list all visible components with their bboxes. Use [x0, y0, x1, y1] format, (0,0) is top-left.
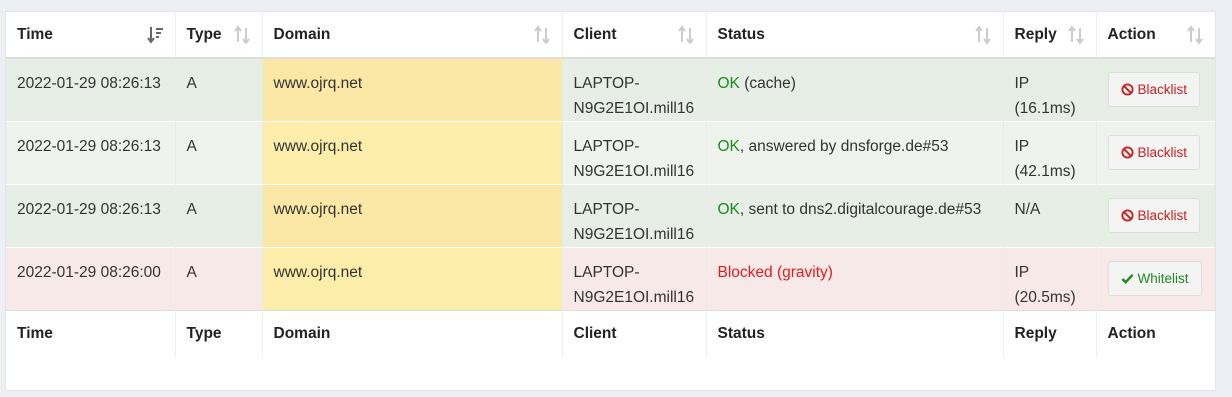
- status-ok: OK: [717, 138, 740, 155]
- cell-status: Blocked (gravity): [706, 247, 1004, 311]
- col-header-client[interactable]: Client: [562, 12, 707, 59]
- cell-domain: www.ojrq.net: [262, 247, 563, 311]
- blacklist-button[interactable]: Blacklist: [1107, 198, 1201, 233]
- whitelist-button[interactable]: Whitelist: [1107, 261, 1202, 296]
- status-blocked: Blocked (gravity): [717, 264, 833, 281]
- footer-row: Time Type Domain Client Status Reply Act…: [6, 310, 1215, 357]
- cell-domain: www.ojrq.net: [262, 184, 563, 248]
- cell-time: 2022-01-29 08:26:13: [6, 57, 176, 122]
- sort-icon[interactable]: [1187, 24, 1203, 45]
- cell-type: A: [175, 184, 263, 248]
- blacklist-button[interactable]: Blacklist: [1107, 135, 1201, 170]
- cell-client: LAPTOP- N9G2E1OI.mill16: [562, 121, 707, 185]
- col-footer-type: Type: [175, 310, 263, 357]
- sort-icon[interactable]: [677, 24, 694, 45]
- table-row: 2022-01-29 08:26:13 A www.ojrq.net LAPTO…: [6, 184, 1215, 248]
- table-row: 2022-01-29 08:26:13 A www.ojrq.net LAPTO…: [6, 57, 1215, 122]
- col-header-time[interactable]: Time: [6, 12, 176, 59]
- status-ok: OK: [717, 75, 740, 92]
- sort-icon[interactable]: [233, 24, 250, 45]
- col-header-reply[interactable]: Reply: [1003, 12, 1097, 59]
- col-footer-status: Status: [706, 310, 1004, 357]
- cell-status: OK (cache): [706, 57, 1004, 122]
- table-row: 2022-01-29 08:26:00 A www.ojrq.net LAPTO…: [6, 247, 1215, 311]
- cell-reply: IP (42.1ms): [1003, 121, 1097, 185]
- col-header-status[interactable]: Status: [706, 12, 1004, 59]
- sort-desc-icon[interactable]: [146, 25, 163, 45]
- table-row: 2022-01-29 08:26:13 A www.ojrq.net LAPTO…: [6, 121, 1215, 185]
- ban-icon: [1120, 209, 1134, 222]
- query-log-table: Time Type Domain Client Status Reply Act…: [6, 12, 1215, 357]
- cell-client: LAPTOP- N9G2E1OI.mill16: [562, 184, 707, 248]
- sort-icon[interactable]: [533, 24, 550, 45]
- status-ok: OK: [717, 201, 740, 218]
- cell-type: A: [175, 121, 263, 185]
- cell-action: Blacklist: [1096, 184, 1215, 248]
- sort-icon[interactable]: [974, 24, 991, 45]
- ban-icon: [1120, 146, 1134, 159]
- col-header-domain[interactable]: Domain: [262, 12, 563, 59]
- sort-icon[interactable]: [1067, 24, 1084, 45]
- cell-time: 2022-01-29 08:26:00: [6, 247, 176, 311]
- query-log-panel: Time Type Domain Client Status Reply Act…: [5, 11, 1216, 391]
- cell-domain: www.ojrq.net: [262, 121, 563, 185]
- col-header-action[interactable]: Action: [1096, 12, 1215, 59]
- header-row: Time Type Domain Client Status Reply Act…: [6, 12, 1215, 59]
- check-icon: [1121, 273, 1133, 284]
- col-header-type[interactable]: Type: [175, 12, 263, 59]
- blacklist-button[interactable]: Blacklist: [1107, 72, 1201, 107]
- cell-type: A: [175, 57, 263, 122]
- col-footer-time: Time: [6, 310, 176, 357]
- cell-reply: IP (16.1ms): [1003, 57, 1097, 122]
- ban-icon: [1120, 83, 1134, 96]
- cell-client: LAPTOP- N9G2E1OI.mill16: [562, 247, 707, 311]
- cell-client: LAPTOP- N9G2E1OI.mill16: [562, 57, 707, 122]
- cell-time: 2022-01-29 08:26:13: [6, 121, 176, 185]
- col-footer-client: Client: [562, 310, 707, 357]
- cell-action: Blacklist: [1096, 121, 1215, 185]
- col-footer-reply: Reply: [1003, 310, 1097, 357]
- cell-status: OK, sent to dns2.digitalcourage.de#53: [706, 184, 1004, 248]
- col-footer-action: Action: [1096, 310, 1215, 357]
- cell-status: OK, answered by dnsforge.de#53: [706, 121, 1004, 185]
- cell-domain: www.ojrq.net: [262, 57, 563, 122]
- cell-type: A: [175, 247, 263, 311]
- cell-time: 2022-01-29 08:26:13: [6, 184, 176, 248]
- cell-action: Whitelist: [1096, 247, 1215, 311]
- cell-reply: IP (20.5ms): [1003, 247, 1097, 311]
- cell-action: Blacklist: [1096, 57, 1215, 122]
- cell-reply: N/A: [1003, 184, 1097, 248]
- col-footer-domain: Domain: [262, 310, 563, 357]
